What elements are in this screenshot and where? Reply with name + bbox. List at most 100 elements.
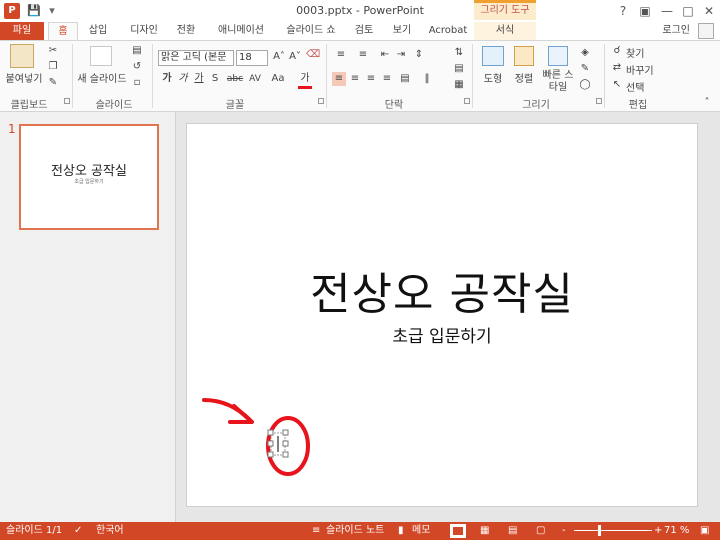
comments-icon[interactable]: ▮: [398, 522, 404, 540]
shape-fill-icon[interactable]: ◈: [578, 46, 592, 60]
find-button[interactable]: 찾기: [626, 45, 644, 60]
tab-animations[interactable]: 애니메이션: [212, 22, 270, 40]
replace-button[interactable]: 바꾸기: [626, 62, 654, 77]
avatar[interactable]: [698, 23, 714, 39]
maximize-button[interactable]: □: [677, 2, 699, 20]
align-center-icon[interactable]: ≡: [348, 72, 362, 86]
character-spacing-button[interactable]: AV: [246, 72, 264, 86]
shapes-button[interactable]: 도형: [478, 70, 508, 85]
line-spacing-icon[interactable]: ⇕: [412, 48, 426, 62]
collapse-ribbon-icon[interactable]: ˄: [700, 96, 714, 110]
grow-font-icon[interactable]: A˄: [272, 50, 286, 64]
help-button[interactable]: ?: [612, 2, 634, 20]
tab-transitions[interactable]: 전환: [172, 22, 200, 40]
align-right-icon[interactable]: ≡: [364, 72, 378, 86]
zoom-slider-thumb[interactable]: [598, 525, 601, 536]
slide-title[interactable]: 전상오 공작실: [186, 258, 698, 322]
paste-button[interactable]: 붙여넣기: [2, 70, 46, 85]
font-color-button[interactable]: 가: [298, 72, 312, 89]
paragraph-launcher-icon[interactable]: [464, 98, 470, 104]
align-left-icon[interactable]: ≡: [332, 72, 346, 86]
tab-acrobat[interactable]: Acrobat: [426, 22, 470, 40]
drawing-group-label: 그리기: [522, 100, 550, 111]
clear-formatting-icon[interactable]: ⌫: [306, 48, 320, 62]
sign-in-link[interactable]: 로그인: [662, 22, 690, 40]
format-painter-icon[interactable]: ✎: [46, 76, 60, 90]
tab-format[interactable]: 서식: [474, 22, 536, 40]
font-group-label: 글꼴: [225, 100, 245, 111]
select-button[interactable]: 선택: [626, 79, 644, 94]
change-case-button[interactable]: Aa: [268, 72, 288, 86]
arrange-button[interactable]: 정렬: [510, 70, 538, 85]
clipboard-launcher-icon[interactable]: [64, 98, 70, 104]
ribbon-display-options-icon[interactable]: ▣: [634, 2, 656, 20]
notes-icon[interactable]: ≡: [312, 522, 320, 540]
text-direction-icon[interactable]: ⇅: [452, 46, 466, 60]
tab-design[interactable]: 디자인: [124, 22, 164, 40]
tab-file[interactable]: 파일: [0, 22, 44, 40]
comments-button[interactable]: 메모: [412, 522, 430, 540]
slideshow-icon[interactable]: ▢: [536, 522, 545, 540]
fit-to-window-icon[interactable]: ▣: [700, 522, 709, 540]
smartart-icon[interactable]: ▦: [452, 78, 466, 92]
section-icon[interactable]: ▫: [130, 76, 144, 90]
spellcheck-icon[interactable]: ✓: [74, 522, 82, 540]
find-icon[interactable]: ☌: [610, 44, 624, 58]
strikethrough-button[interactable]: abc: [224, 72, 246, 86]
drawing-launcher-icon[interactable]: [596, 98, 602, 104]
new-slide-icon[interactable]: [90, 46, 112, 66]
minimize-button[interactable]: —: [656, 2, 678, 20]
distributed-icon[interactable]: ▤: [398, 72, 412, 86]
close-button[interactable]: ✕: [698, 2, 720, 20]
underline-button[interactable]: 가: [192, 72, 206, 86]
bullets-icon[interactable]: ≡: [334, 48, 348, 62]
font-launcher-icon[interactable]: [318, 98, 324, 104]
italic-button[interactable]: 가: [176, 72, 190, 86]
drawing-tools-context-banner: 그리기 도구: [474, 0, 536, 20]
slide-sorter-icon[interactable]: ▦: [480, 522, 489, 540]
select-icon[interactable]: ↖: [610, 78, 624, 92]
shadow-button[interactable]: S: [208, 72, 222, 86]
shape-outline-icon[interactable]: ✎: [578, 62, 592, 76]
bold-button[interactable]: 가: [160, 72, 174, 86]
numbering-icon[interactable]: ≡: [356, 48, 370, 62]
font-name-input[interactable]: 맑은 고딕 (본문: [158, 50, 234, 66]
slide-number: 1: [8, 122, 16, 136]
cut-icon[interactable]: ✂: [46, 44, 60, 58]
justify-icon[interactable]: ≡: [380, 72, 394, 86]
zoom-in-button[interactable]: +: [654, 522, 662, 540]
zoom-slider-track[interactable]: [574, 530, 652, 531]
arrange-icon[interactable]: [514, 46, 534, 66]
group-divider: [604, 44, 605, 108]
quick-styles-icon[interactable]: [548, 46, 568, 66]
reading-view-icon[interactable]: ▤: [508, 522, 517, 540]
language-indicator[interactable]: 한국어: [96, 522, 124, 540]
new-slide-button[interactable]: 새 슬라이드: [76, 70, 128, 85]
notes-button[interactable]: 슬라이드 노트: [326, 522, 384, 540]
tab-view[interactable]: 보기: [388, 22, 416, 40]
normal-view-icon[interactable]: [450, 524, 466, 538]
zoom-level[interactable]: 71 %: [664, 522, 689, 540]
columns-icon[interactable]: ‖: [420, 72, 434, 86]
tab-review[interactable]: 검토: [350, 22, 378, 40]
copy-icon[interactable]: ❐: [46, 60, 60, 74]
shrink-font-icon[interactable]: A˅: [288, 50, 302, 64]
tab-slideshow[interactable]: 슬라이드 쇼: [282, 22, 340, 40]
align-text-icon[interactable]: ▤: [452, 62, 466, 76]
shapes-icon[interactable]: [482, 46, 504, 66]
decrease-indent-icon[interactable]: ⇤: [378, 48, 392, 62]
paragraph-group-label: 단락: [384, 100, 404, 111]
paste-icon[interactable]: [10, 44, 34, 68]
layout-icon[interactable]: ▤: [130, 44, 144, 58]
slide-subtitle[interactable]: 초급 입문하기: [186, 322, 698, 347]
tab-home[interactable]: 홈: [48, 22, 78, 41]
quick-styles-button[interactable]: 빠른 스타일: [540, 70, 576, 94]
empty-text-box[interactable]: [267, 429, 289, 458]
tab-insert[interactable]: 삽입: [84, 22, 112, 40]
font-size-input[interactable]: 18: [236, 50, 268, 66]
shape-effects-icon[interactable]: ◯: [578, 78, 592, 92]
replace-icon[interactable]: ⇄: [610, 61, 624, 75]
zoom-out-button[interactable]: -: [562, 522, 566, 540]
increase-indent-icon[interactable]: ⇥: [394, 48, 408, 62]
reset-icon[interactable]: ↺: [130, 60, 144, 74]
